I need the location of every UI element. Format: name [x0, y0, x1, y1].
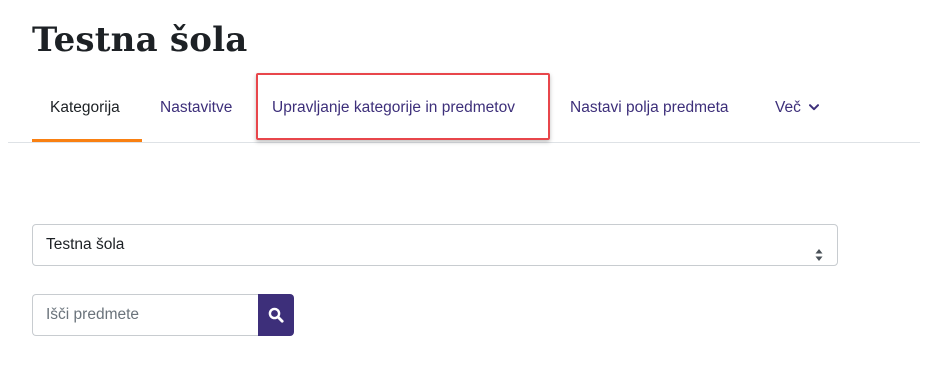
tab-label: Nastavitve	[160, 99, 233, 116]
search-icon	[268, 307, 284, 323]
tab-label: Kategorija	[50, 99, 120, 116]
secondary-navigation: Kategorija Nastavitve Upravljanje katego…	[8, 84, 920, 143]
category-select[interactable]: Testna šola	[32, 224, 838, 266]
tab-label: Upravljanje kategorije in predmetov	[272, 99, 515, 116]
search-button[interactable]	[258, 294, 294, 336]
tab-kategorija[interactable]: Kategorija	[50, 84, 120, 142]
category-select-value: Testna šola	[46, 236, 125, 253]
tab-upravljanje-kategorije-in-predmetov[interactable]: Upravljanje kategorije in predmetov	[272, 84, 515, 142]
search-courses-input[interactable]	[32, 294, 258, 336]
tab-nastavi-polja-predmeta[interactable]: Nastavi polja predmeta	[570, 84, 729, 142]
tab-label: Več	[775, 99, 801, 117]
tab-vec-dropdown[interactable]: Več	[775, 83, 820, 142]
chevron-down-icon	[809, 83, 820, 131]
select-arrows-icon	[815, 238, 823, 261]
tab-label: Nastavi polja predmeta	[570, 99, 729, 116]
tab-nastavitve[interactable]: Nastavitve	[160, 84, 232, 142]
page-title: Testna šola	[32, 20, 248, 60]
active-tab-indicator	[32, 139, 142, 142]
